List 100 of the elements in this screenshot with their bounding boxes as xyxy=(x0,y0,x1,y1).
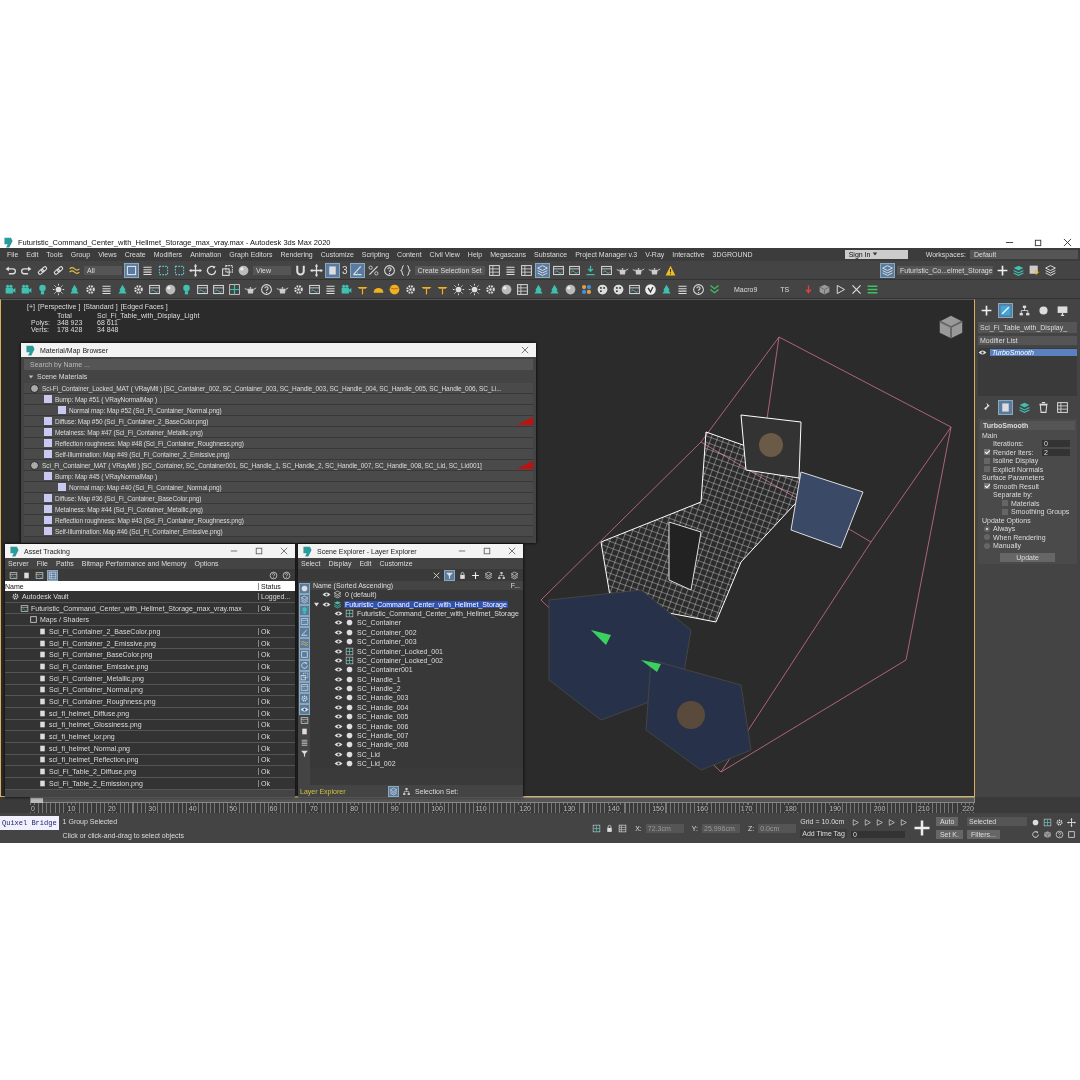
four-dots-icon[interactable] xyxy=(580,282,593,296)
rotate-icon[interactable] xyxy=(205,263,218,277)
time-slider-thumb[interactable] xyxy=(31,798,43,803)
tree-icon[interactable] xyxy=(116,282,129,296)
close-icon[interactable] xyxy=(521,346,529,354)
move-arrows-icon[interactable] xyxy=(1067,817,1076,827)
plus-icon[interactable] xyxy=(980,304,993,317)
plus-icon[interactable] xyxy=(471,570,480,580)
camera-icon[interactable] xyxy=(20,282,33,296)
lock-icon[interactable] xyxy=(605,823,615,833)
radio-button[interactable] xyxy=(984,534,990,540)
tree-icon[interactable] xyxy=(68,282,81,296)
palette-icon[interactable] xyxy=(612,282,625,296)
sphere-icon[interactable] xyxy=(564,282,577,296)
eye-icon[interactable] xyxy=(978,348,987,357)
layers-icon[interactable] xyxy=(881,263,894,277)
checkbox[interactable] xyxy=(1002,508,1008,515)
dashed-square-icon[interactable] xyxy=(173,263,186,277)
hierarchy-icon[interactable] xyxy=(402,786,411,796)
lock-icon[interactable] xyxy=(458,570,467,580)
help-icon[interactable] xyxy=(692,282,705,296)
square-icon[interactable] xyxy=(125,263,138,277)
gear-icon[interactable] xyxy=(299,694,309,703)
grid-icon[interactable] xyxy=(1043,817,1052,827)
trash-icon[interactable] xyxy=(1037,401,1050,414)
viewport[interactable] xyxy=(0,299,975,797)
ball-icon[interactable] xyxy=(388,282,401,296)
sphere-icon[interactable] xyxy=(500,282,513,296)
download-icon[interactable] xyxy=(583,263,597,277)
scale-icon[interactable] xyxy=(221,263,234,277)
window-icon[interactable] xyxy=(599,263,613,277)
gear-icon[interactable] xyxy=(1055,817,1064,827)
filter-icon[interactable] xyxy=(299,749,309,758)
layers-icon[interactable] xyxy=(484,570,493,580)
gear-icon[interactable] xyxy=(84,282,97,296)
circle-icon[interactable] xyxy=(299,584,309,593)
table-icon[interactable] xyxy=(618,823,628,833)
dashed-square-icon[interactable] xyxy=(157,263,170,277)
chain-link-icon[interactable] xyxy=(36,263,49,277)
sun-icon[interactable] xyxy=(52,282,65,296)
camera-icon[interactable] xyxy=(4,282,17,296)
layers-icon[interactable] xyxy=(1012,263,1025,277)
chain-link-icon[interactable] xyxy=(52,263,65,277)
checkbox[interactable] xyxy=(984,483,990,489)
cube-icon[interactable] xyxy=(939,315,963,339)
palette-icon[interactable] xyxy=(596,282,609,296)
cube-icon[interactable] xyxy=(818,282,832,296)
checkbox[interactable] xyxy=(1002,500,1008,506)
maximize-icon[interactable] xyxy=(1033,237,1043,247)
help-icon[interactable] xyxy=(1055,829,1064,839)
gear-icon[interactable] xyxy=(132,282,145,296)
sphere-icon[interactable] xyxy=(237,263,250,277)
hierarchy-icon[interactable] xyxy=(497,570,506,580)
v-logo-icon[interactable] xyxy=(644,282,657,296)
help-icon[interactable] xyxy=(282,570,291,580)
checkbox[interactable] xyxy=(984,457,990,464)
plus-icon[interactable] xyxy=(996,263,1009,277)
sun-icon[interactable] xyxy=(468,282,481,296)
bar-icon[interactable] xyxy=(22,570,31,580)
cross-icon[interactable] xyxy=(432,570,441,580)
angle-icon[interactable] xyxy=(350,263,364,277)
lightbulb-icon[interactable] xyxy=(36,282,49,296)
move-arrows-icon[interactable] xyxy=(189,263,202,277)
window-icon[interactable] xyxy=(148,282,161,296)
table-icon[interactable] xyxy=(519,263,533,277)
camera-icon[interactable] xyxy=(340,282,353,296)
maximize-icon[interactable] xyxy=(255,547,263,555)
window-icon[interactable] xyxy=(35,570,44,580)
window-icon[interactable] xyxy=(9,570,18,580)
gear-icon[interactable] xyxy=(484,282,497,296)
lightbulb-icon[interactable] xyxy=(180,282,193,296)
percent-icon[interactable] xyxy=(366,263,380,277)
time-slider-track[interactable] xyxy=(30,797,975,803)
window-icon[interactable] xyxy=(551,263,565,277)
maximize-icon[interactable] xyxy=(483,547,491,555)
table-icon[interactable] xyxy=(516,282,529,296)
gear-icon[interactable] xyxy=(292,282,305,296)
scale-icon[interactable] xyxy=(299,672,309,681)
circle-icon[interactable] xyxy=(1031,817,1040,827)
monitor-icon[interactable] xyxy=(1056,304,1069,317)
grid-icon[interactable] xyxy=(592,823,602,833)
radio-button[interactable] xyxy=(984,542,990,549)
menu-icon[interactable] xyxy=(866,282,880,296)
close-icon[interactable] xyxy=(1062,237,1072,247)
square-icon[interactable] xyxy=(1067,829,1076,839)
hierarchy-icon[interactable] xyxy=(1018,304,1031,317)
window-icon[interactable] xyxy=(196,282,209,296)
expand-arrow-icon[interactable] xyxy=(314,601,319,607)
sphere-icon[interactable] xyxy=(164,282,177,296)
layers-icon[interactable] xyxy=(535,263,549,277)
caret-icon[interactable] xyxy=(28,373,34,380)
window-icon[interactable] xyxy=(308,282,321,296)
radio-button[interactable] xyxy=(984,525,990,532)
circle-icon[interactable] xyxy=(1037,304,1050,317)
move-arrows-icon[interactable] xyxy=(310,263,323,277)
modify-icon[interactable] xyxy=(999,304,1012,317)
checkbox[interactable] xyxy=(984,466,990,472)
checkbox[interactable] xyxy=(984,449,990,455)
cursor-icon[interactable] xyxy=(1028,263,1041,277)
layers-icon[interactable] xyxy=(1044,263,1057,277)
